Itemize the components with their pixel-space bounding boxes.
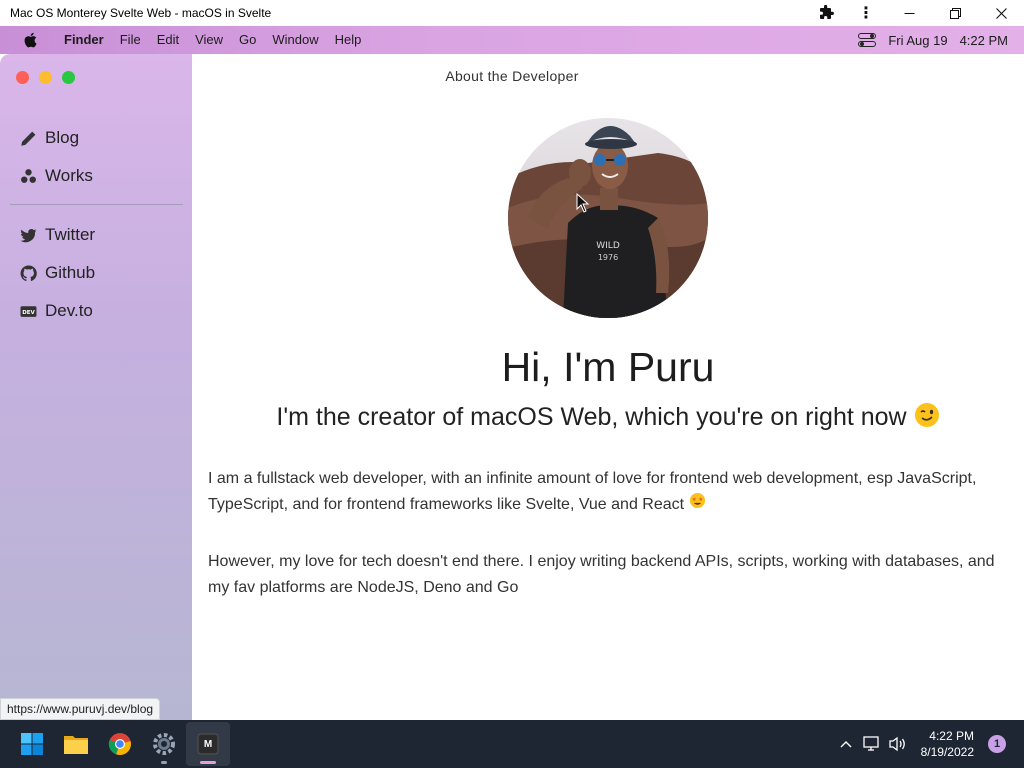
cubes-icon [20, 168, 37, 185]
minimize-button[interactable] [886, 0, 932, 26]
app-running-indicator [200, 761, 216, 764]
close-window-button[interactable] [16, 71, 29, 84]
menu-go[interactable]: Go [231, 26, 264, 54]
taskbar-date: 8/19/2022 [920, 745, 974, 759]
settings-icon[interactable] [142, 722, 186, 766]
windows-taskbar: M 4:22 PM 8/19/2022 1 [0, 720, 1024, 768]
sidebar-item-blog[interactable]: Blog [0, 119, 192, 157]
notification-badge[interactable]: 1 [988, 735, 1006, 753]
sidebar-item-github[interactable]: Github [0, 254, 192, 292]
menu-edit[interactable]: Edit [149, 26, 187, 54]
app-running-indicator [161, 761, 167, 764]
menu-finder[interactable]: Finder [56, 26, 112, 54]
sidebar-item-devto[interactable]: DEV Dev.to [0, 292, 192, 330]
svg-text:1976: 1976 [598, 253, 618, 262]
sidebar-item-label: Github [45, 263, 96, 282]
menu-help[interactable]: Help [327, 26, 370, 54]
control-center-icon[interactable] [858, 33, 877, 47]
menu-view[interactable]: View [187, 26, 231, 54]
maximize-window-button[interactable] [62, 71, 75, 84]
menubar-date: Fri Aug 19 [888, 32, 948, 48]
system-tray: 4:22 PM 8/19/2022 1 [833, 720, 1024, 768]
macos-web-app-label: M [203, 738, 213, 750]
sidebar-links: Twitter Github DEV Dev.to [0, 216, 192, 330]
browser-title-bar: Mac OS Monterey Svelte Web - macOS in Sv… [0, 0, 1024, 26]
github-icon [20, 265, 37, 282]
browser-window-title: Mac OS Monterey Svelte Web - macOS in Sv… [10, 6, 272, 20]
sidebar-pages: Blog Works [0, 119, 192, 195]
window-controls [16, 71, 75, 84]
sidebar-item-works[interactable]: Works [0, 157, 192, 195]
bio-paragraph-1-text: I am a fullstack web developer, with an … [208, 470, 977, 514]
sidebar-divider [10, 204, 183, 205]
wink-emoji-icon [914, 402, 940, 435]
chevron-up-icon[interactable] [833, 740, 859, 748]
file-explorer-icon[interactable] [54, 722, 98, 766]
sidebar: Blog Works Twitter Github DEV Dev.to [0, 54, 192, 720]
taskbar-time: 4:22 PM [929, 729, 974, 743]
bio-paragraph-2: However, my love for tech doesn't end th… [208, 553, 995, 596]
network-icon[interactable] [859, 736, 885, 752]
devto-icon: DEV [20, 303, 37, 320]
close-button[interactable] [978, 0, 1024, 26]
apple-logo-icon[interactable] [18, 32, 42, 48]
window-title: About the Developer [445, 68, 579, 84]
menubar-time: 4:22 PM [959, 32, 1008, 48]
developer-avatar: WILD 1976 [508, 118, 708, 318]
main-content: About the Developer WILD 1976 Hi, I'm Pu… [192, 54, 1024, 720]
mac-menubar: Finder File Edit View Go Window Help Fri… [0, 26, 1024, 54]
browser-menu-kebab-icon[interactable]: ⋮ [846, 0, 886, 26]
sidebar-item-label: Works [45, 166, 93, 185]
sidebar-item-label: Dev.to [45, 301, 93, 320]
taskbar-clock[interactable]: 4:22 PM 8/19/2022 [921, 728, 974, 760]
menu-file[interactable]: File [112, 26, 149, 54]
chrome-icon[interactable] [98, 722, 142, 766]
sidebar-item-twitter[interactable]: Twitter [0, 216, 192, 254]
svg-text:WILD: WILD [596, 241, 620, 251]
svg-text:DEV: DEV [22, 309, 35, 315]
minimize-window-button[interactable] [39, 71, 52, 84]
tagline: I'm the creator of macOS Web, which you'… [192, 402, 1024, 435]
volume-icon[interactable] [885, 736, 911, 752]
windows-start-icon[interactable] [10, 722, 54, 766]
macos-web-app-icon[interactable]: M [186, 722, 230, 766]
tagline-text: I'm the creator of macOS Web, which you'… [276, 403, 907, 432]
about-window: Blog Works Twitter Github DEV Dev.to Abo… [0, 54, 1024, 720]
star-struck-emoji-icon [689, 492, 706, 518]
mouse-cursor-icon [576, 192, 590, 218]
pencil-icon [20, 130, 37, 147]
link-status-url: https://www.puruvj.dev/blog [0, 698, 161, 720]
twitter-icon [20, 227, 37, 244]
greeting-heading: Hi, I'm Puru [501, 344, 715, 390]
bio-paragraph-1: I am a fullstack web developer, with an … [208, 466, 998, 518]
sidebar-item-label: Blog [45, 128, 80, 147]
menu-window[interactable]: Window [264, 26, 326, 54]
extensions-puzzle-icon[interactable] [806, 0, 846, 26]
restore-button[interactable] [932, 0, 978, 26]
sidebar-item-label: Twitter [45, 225, 96, 244]
